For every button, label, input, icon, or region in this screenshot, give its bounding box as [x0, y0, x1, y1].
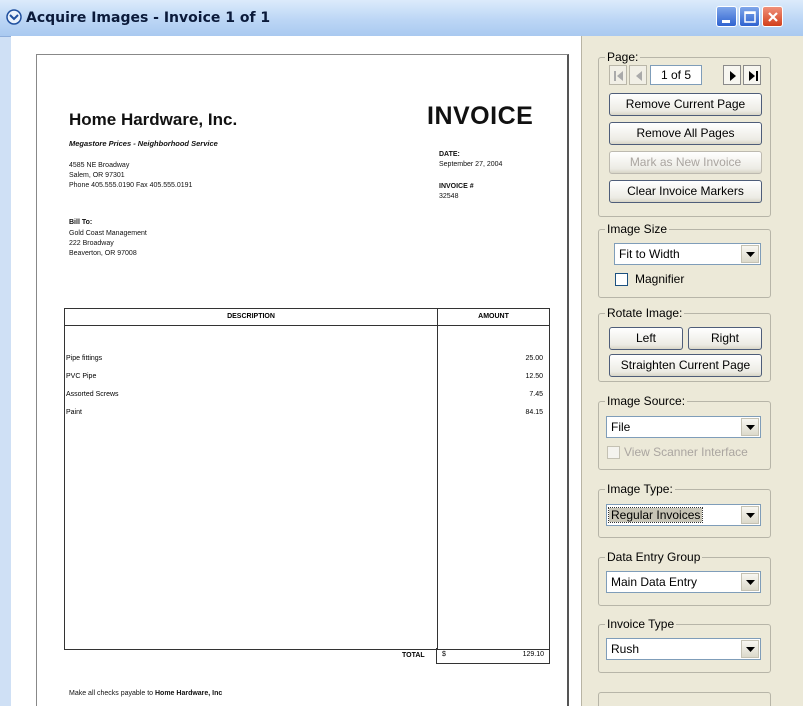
straighten-current-page-button[interactable]: Straighten Current Page — [609, 354, 762, 377]
image-source-dropdown-button[interactable] — [741, 418, 759, 436]
chevron-down-icon — [746, 580, 755, 585]
invoice-type-value: Rush — [611, 642, 640, 656]
first-page-button[interactable] — [609, 65, 627, 85]
mark-as-new-invoice-button[interactable]: Mark as New Invoice — [609, 151, 762, 174]
image-preview-pane[interactable]: Home Hardware, Inc. Megastore Prices - N… — [11, 36, 582, 706]
image-size-dropdown-button[interactable] — [741, 245, 759, 263]
address-line: Salem, OR 97301 — [69, 172, 125, 179]
invoice-type-select[interactable]: Rush — [606, 638, 761, 660]
page-group-label: Page: — [605, 50, 641, 64]
window-title: Acquire Images - Invoice 1 of 1 — [26, 10, 271, 26]
total-currency: $ — [442, 651, 446, 658]
amount-column-header: AMOUNT — [478, 313, 509, 320]
invoice-number-value: 32548 — [439, 193, 459, 200]
image-type-label: Image Type: — [605, 482, 675, 496]
page-navigator: 1 of 5 — [609, 65, 764, 87]
description-column-header: DESCRIPTION — [227, 313, 275, 320]
line-item-amount: 12.50 — [525, 373, 543, 380]
payment-note-text: Make all checks payable to — [69, 690, 155, 697]
image-source-value: File — [611, 420, 631, 434]
first-page-icon — [614, 71, 623, 81]
image-type-select[interactable]: Regular Invoices — [606, 504, 761, 526]
previous-page-icon — [636, 71, 642, 81]
view-scanner-interface-checkbox[interactable] — [607, 446, 620, 459]
minimize-button[interactable] — [716, 6, 737, 27]
title-bar[interactable]: Acquire Images - Invoice 1 of 1 — [0, 0, 803, 37]
minimize-icon — [722, 20, 730, 23]
rotate-left-button[interactable]: Left — [609, 327, 683, 350]
rotate-image-label: Rotate Image: — [605, 306, 685, 320]
date-value: September 27, 2004 — [439, 161, 503, 168]
date-label: DATE: — [439, 151, 460, 158]
data-entry-group-dropdown-button[interactable] — [741, 573, 759, 591]
bill-to-address: Gold Coast Management 222 Broadway Beave… — [69, 229, 147, 259]
chevron-down-icon — [746, 513, 755, 518]
acquire-images-window: Acquire Images - Invoice 1 of 1 Home Har… — [0, 0, 803, 706]
total-value: 129.10 — [522, 651, 544, 658]
column-divider — [437, 309, 438, 649]
remove-current-page-button[interactable]: Remove Current Page — [609, 93, 762, 116]
acquire-icon — [6, 9, 22, 25]
additional-group — [598, 692, 771, 706]
payment-note: Make all checks payable to Home Hardware… — [69, 690, 222, 697]
next-page-icon — [730, 71, 736, 81]
data-entry-group-select[interactable]: Main Data Entry — [606, 571, 761, 593]
magnifier-checkbox[interactable] — [615, 273, 628, 286]
invoice-heading: INVOICE — [427, 102, 534, 130]
page-indicator[interactable]: 1 of 5 — [650, 65, 702, 85]
total-box: $ 129.10 — [436, 648, 550, 664]
company-address: 4585 NE Broadway Salem, OR 97301 Phone 4… — [69, 161, 192, 191]
line-item-amount: 7.45 — [529, 391, 543, 398]
last-page-button[interactable] — [743, 65, 761, 85]
payment-note-company: Home Hardware, Inc — [155, 690, 223, 697]
line-item-description: Paint — [66, 409, 82, 416]
company-name: Home Hardware, Inc. — [69, 110, 238, 129]
data-entry-group-label: Data Entry Group — [605, 550, 703, 564]
invoice-number-label: INVOICE # — [439, 183, 474, 190]
invoice-type-dropdown-button[interactable] — [741, 640, 759, 658]
line-item-description: Pipe fittings — [66, 355, 103, 362]
clear-invoice-markers-button[interactable]: Clear Invoice Markers — [609, 180, 762, 203]
close-button[interactable] — [762, 6, 783, 27]
address-line: 4585 NE Broadway — [69, 162, 130, 169]
image-size-value: Fit to Width — [619, 247, 680, 261]
image-source-select[interactable]: File — [606, 416, 761, 438]
previous-page-button[interactable] — [629, 65, 647, 85]
image-size-select[interactable]: Fit to Width — [614, 243, 761, 265]
address-line: Phone 405.555.0190 Fax 405.555.0191 — [69, 182, 193, 189]
last-page-icon — [749, 71, 758, 81]
chevron-down-icon — [746, 647, 755, 652]
bill-to-label: Bill To: — [69, 219, 93, 226]
line-item-amount: 25.00 — [525, 355, 543, 362]
image-size-label: Image Size — [605, 222, 670, 236]
total-label: TOTAL — [402, 652, 425, 659]
image-source-label: Image Source: — [605, 394, 688, 408]
rotate-right-button[interactable]: Right — [688, 327, 762, 350]
image-type-value: Regular Invoices — [607, 507, 704, 523]
line-item-description: Assorted Screws — [66, 391, 119, 398]
chevron-down-icon — [746, 425, 755, 430]
invoice-page-image: Home Hardware, Inc. Megastore Prices - N… — [36, 54, 569, 706]
line-item-description: PVC Pipe — [66, 373, 97, 380]
maximize-icon — [744, 11, 756, 23]
image-type-dropdown-button[interactable] — [741, 506, 759, 524]
line-item-amount: 84.15 — [525, 409, 543, 416]
bill-to-line: Beaverton, OR 97008 — [69, 250, 137, 257]
chevron-down-icon — [746, 252, 755, 257]
magnifier-label: Magnifier — [635, 272, 685, 286]
bill-to-line: Gold Coast Management — [69, 230, 147, 237]
invoice-type-label: Invoice Type — [605, 617, 677, 631]
close-icon — [768, 12, 778, 22]
company-tagline: Megastore Prices - Neighborhood Service — [69, 139, 218, 148]
data-entry-group-value: Main Data Entry — [611, 575, 698, 589]
remove-all-pages-button[interactable]: Remove All Pages — [609, 122, 762, 145]
view-scanner-interface-label: View Scanner Interface — [624, 445, 748, 459]
maximize-button[interactable] — [739, 6, 760, 27]
next-page-button[interactable] — [723, 65, 741, 85]
bill-to-line: 222 Broadway — [69, 240, 114, 247]
